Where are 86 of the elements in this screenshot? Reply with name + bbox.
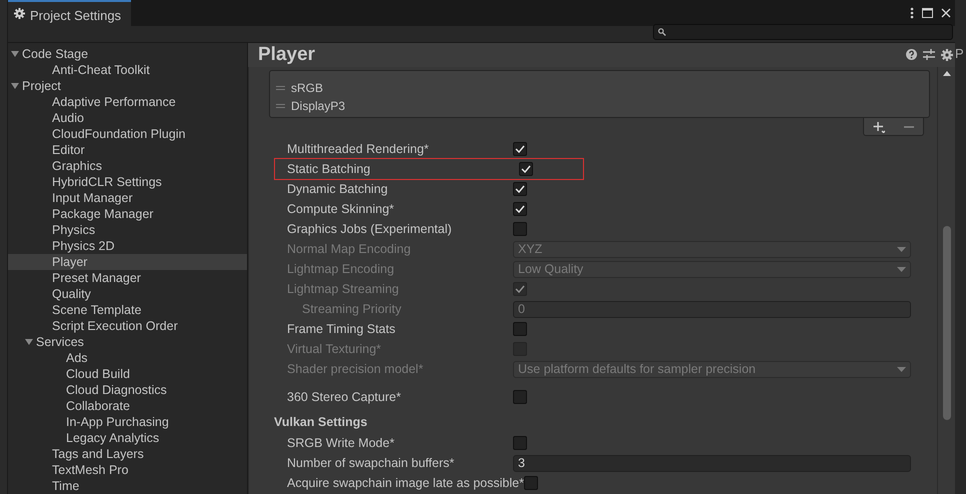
checkbox[interactable] [513,436,527,450]
sliders-icon[interactable] [923,49,935,60]
field-label: Acquire swapchain image late as possible* [286,474,524,492]
tree-item[interactable]: Time [8,478,247,494]
tree-item[interactable]: HybridCLR Settings [8,174,247,190]
tree-item[interactable]: CloudFoundation Plugin [8,126,247,142]
tree-item[interactable]: TextMesh Pro [8,462,247,478]
add-icon[interactable] [873,120,886,132]
check-icon [515,185,525,193]
tree-item[interactable]: Input Manager [8,190,247,206]
dropdown-arrow-icon [897,366,906,372]
help-icon[interactable] [906,49,917,60]
expanded-arrow-icon[interactable] [11,82,19,90]
field-label: Static Batching [286,160,372,178]
checkbox[interactable] [513,222,527,236]
field-label: Frame Timing Stats [286,320,396,338]
field-label: Streaming Priority [301,300,402,318]
tree-item[interactable]: Script Execution Order [8,318,247,334]
check-icon [521,165,531,173]
input-field[interactable]: 3 [513,454,911,472]
checkbox[interactable] [513,182,527,196]
check-icon [515,285,525,293]
tree-item[interactable]: Physics 2D [8,238,247,254]
close-icon[interactable] [941,8,951,18]
check-icon [515,145,525,153]
field-label: Normal Map Encoding [286,240,412,258]
maximize-icon[interactable] [922,8,933,18]
drag-handle-icon[interactable] [276,104,285,108]
settings-icon[interactable] [941,49,953,61]
search-icon [658,28,666,36]
tree-item[interactable]: Tags and Layers [8,446,247,462]
expanded-arrow-icon[interactable] [25,338,33,346]
tree-item[interactable]: Quality [8,286,247,302]
tree-item[interactable]: Code Stage [8,46,247,62]
panel-tab-label: P [955,45,965,63]
scroll-up-icon[interactable] [942,71,950,76]
field-label: Shader precision model* [286,360,424,378]
field-label: Graphics Jobs (Experimental) [286,220,453,238]
checkbox[interactable] [513,142,527,156]
settings-icon [14,8,25,19]
list-item[interactable]: sRGB [291,79,324,97]
field-label: Compute Skinning* [286,200,396,218]
field-label: SRGB Write Mode* [286,434,396,452]
field-label: Multithreaded Rendering* [286,140,430,158]
tree-item[interactable]: Physics [8,222,247,238]
tree-item[interactable]: Collaborate [8,398,247,414]
checkbox[interactable] [513,390,527,404]
section-heading: Vulkan Settings [274,414,368,431]
tree-item[interactable]: Preset Manager [8,270,247,286]
dropdown-arrow-icon [897,246,906,252]
tree-item[interactable]: Anti-Cheat Toolkit [8,62,247,78]
tree-item[interactable]: Audio [8,110,247,126]
checkbox[interactable] [519,162,533,176]
field-label: Dynamic Batching [286,180,389,198]
search-field[interactable] [653,24,953,40]
dropdown-arrow-icon [897,266,906,272]
window-tab[interactable]: Project Settings [8,0,132,26]
tree-item[interactable]: Player [8,254,247,270]
list-item[interactable]: DisplayP3 [291,97,346,115]
expanded-arrow-icon[interactable] [11,50,19,58]
tree-item[interactable]: Legacy Analytics [8,430,247,446]
tree-item[interactable]: Adaptive Performance [8,94,247,110]
tree-item[interactable]: Graphics [8,158,247,174]
tree-item[interactable]: Cloud Diagnostics [8,382,247,398]
tree-item[interactable]: Editor [8,142,247,158]
field-label: Number of swapchain buffers* [286,454,456,472]
scrollbar-thumb[interactable] [942,226,950,420]
tree-item[interactable]: Project [8,78,247,94]
panel-title: Player [258,44,316,66]
field-label: 360 Stereo Capture* [286,389,402,406]
tree-item[interactable]: In-App Purchasing [8,414,247,430]
tree-item[interactable]: Services [8,334,247,350]
field-label: Virtual Texturing* [286,340,382,358]
tree-item[interactable]: Cloud Build [8,366,247,382]
checkbox[interactable] [524,476,538,490]
drag-handle-icon[interactable] [276,86,285,90]
tree-item[interactable]: Ads [8,350,247,366]
check-icon [515,205,525,213]
more-icon[interactable] [910,7,914,19]
checkbox[interactable] [513,322,527,336]
window-title: Project Settings [30,7,122,25]
tree-item[interactable]: Package Manager [8,206,247,222]
tree-item[interactable]: Scene Template [8,302,247,318]
field-label: Lightmap Encoding [286,260,396,278]
checkbox[interactable] [513,202,527,216]
field-label: Lightmap Streaming [286,280,400,298]
